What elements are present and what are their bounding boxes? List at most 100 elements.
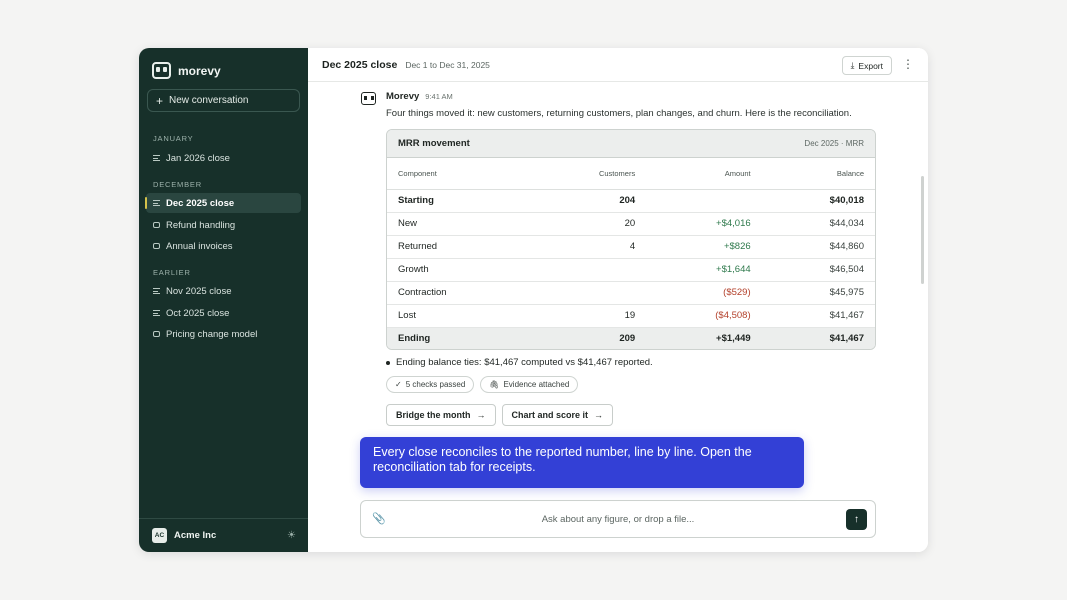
- cell-balance: $44,860: [761, 235, 875, 259]
- lines-icon: [153, 288, 160, 294]
- table-row: Returned 4 +$826 $44,860: [387, 235, 875, 259]
- chart-and-score-button[interactable]: Chart and score it →: [501, 404, 614, 426]
- cell-amount: +$4,016: [646, 212, 762, 236]
- send-button[interactable]: ↑: [846, 509, 867, 530]
- download-icon: ⤓: [850, 60, 855, 70]
- table-row: New 20 +$4,016 $44,034: [387, 212, 875, 236]
- brand-name: morevy: [178, 63, 221, 78]
- cell-balance: $40,018: [761, 189, 875, 213]
- main-panel: Dec 2025 close Dec 1 to Dec 31, 2025 ⤓ E…: [308, 48, 928, 552]
- sidebar-item-label: Oct 2025 close: [166, 307, 230, 319]
- composer[interactable]: 📎 Ask about any figure, or drop a file..…: [360, 500, 876, 538]
- sidebar-item-pricing-change-model[interactable]: Pricing change model: [146, 324, 301, 344]
- new-conversation-button[interactable]: + New conversation: [147, 89, 300, 112]
- cell-customers: [529, 281, 647, 305]
- bullet-dot-icon: [386, 360, 390, 365]
- lines-icon: [153, 310, 160, 316]
- cell-balance: $46,504: [761, 258, 875, 282]
- lines-icon: [153, 155, 160, 161]
- table-row: Contraction ($529) $45,975: [387, 281, 875, 305]
- cell-amount: [646, 189, 762, 213]
- callout-banner: Every close reconciles to the reported n…: [360, 437, 804, 488]
- page-title: Dec 2025 close: [322, 58, 398, 71]
- sidebar-item-label: Pricing change model: [166, 328, 258, 340]
- app-window: morevy + New conversation JANUARY Jan 20…: [139, 48, 928, 552]
- status-chips: ✓ 5 checks passed 🖇 Evidence attached: [386, 376, 579, 393]
- morevy-avatar-icon: [361, 92, 376, 105]
- cell-component: New: [387, 212, 529, 236]
- cell-amount: ($529): [646, 281, 762, 305]
- cell-component: Returned: [387, 235, 529, 259]
- table-subtitle: Dec 2025 · MRR: [804, 139, 864, 148]
- org-name[interactable]: Acme Inc: [174, 530, 216, 541]
- cell-customers: 209: [529, 326, 647, 349]
- composer-input[interactable]: Ask about any figure, or drop a file...: [361, 514, 875, 525]
- table-header-row: Component Customers Amount Balance: [387, 158, 875, 190]
- bridge-the-month-button[interactable]: Bridge the month →: [386, 404, 496, 426]
- summary-bullet: Ending balance ties: $41,467 computed vs…: [386, 357, 653, 368]
- morevy-logo-icon: [152, 62, 171, 79]
- cell-customers: [529, 258, 647, 282]
- cell-balance: $41,467: [761, 304, 875, 328]
- column-header-balance: Balance: [761, 158, 875, 190]
- cell-amount: ($4,508): [646, 304, 762, 328]
- check-icon: ✓: [395, 380, 402, 389]
- cell-customers: 19: [529, 304, 647, 328]
- cell-customers: 4: [529, 235, 647, 259]
- plus-icon: +: [156, 93, 164, 108]
- cell-customers: 204: [529, 189, 647, 213]
- theme-sun-icon[interactable]: ☀: [287, 530, 296, 541]
- cell-component: Lost: [387, 304, 529, 328]
- export-label: Export: [858, 60, 883, 71]
- chip-label: Evidence attached: [503, 380, 570, 389]
- sidebar-item-oct-2025-close[interactable]: Oct 2025 close: [146, 303, 301, 323]
- table-row: Starting 204 $40,018: [387, 189, 875, 213]
- mrr-table-card: MRR movement Dec 2025 · MRR Component Cu…: [386, 129, 876, 350]
- column-header-amount: Amount: [646, 158, 762, 190]
- summary-text: Ending balance ties: $41,467 computed vs…: [396, 357, 653, 368]
- cell-balance: $41,467: [761, 326, 875, 349]
- table-row: Lost 19 ($4,508) $41,467: [387, 304, 875, 328]
- sidebar-item-annual-invoices[interactable]: Annual invoices: [146, 236, 301, 256]
- table-row-ending: Ending 209 +$1,449 $41,467: [387, 326, 875, 349]
- cell-amount: +$1,449: [646, 326, 762, 349]
- action-label: Chart and score it: [511, 410, 589, 420]
- section-label-earlier: EARLIER: [153, 268, 191, 277]
- export-button[interactable]: ⤓ Export: [841, 56, 892, 75]
- table-title: MRR movement: [398, 138, 470, 149]
- scrollbar-thumb[interactable]: [921, 176, 924, 284]
- sidebar-footer: AC Acme Inc ☀: [139, 518, 308, 552]
- column-header-component: Component: [387, 158, 529, 190]
- checks-passed-chip[interactable]: ✓ 5 checks passed: [386, 376, 475, 393]
- sidebar-item-refund-handling[interactable]: Refund handling: [146, 215, 301, 235]
- sidebar: morevy + New conversation JANUARY Jan 20…: [139, 48, 308, 552]
- cell-balance: $45,975: [761, 281, 875, 305]
- column-header-customers: Customers: [529, 158, 647, 190]
- cell-component: Growth: [387, 258, 529, 282]
- cell-amount: +$826: [646, 235, 762, 259]
- message-author: Morevy: [386, 91, 420, 102]
- arrow-right-icon: →: [476, 410, 486, 420]
- table-header-bar: MRR movement Dec 2025 · MRR: [387, 130, 875, 158]
- brand[interactable]: morevy: [152, 62, 221, 79]
- message-time: 9:41 AM: [425, 92, 453, 101]
- sidebar-item-label: Refund handling: [166, 219, 236, 231]
- evidence-attached-chip[interactable]: 🖇 Evidence attached: [480, 376, 579, 393]
- sidebar-item-jan-2026-close[interactable]: Jan 2026 close: [146, 148, 301, 168]
- avatar[interactable]: AC: [152, 528, 167, 543]
- sidebar-item-nov-2025-close[interactable]: Nov 2025 close: [146, 281, 301, 301]
- table-row: Growth +$1,644 $46,504: [387, 258, 875, 282]
- action-label: Bridge the month: [396, 410, 471, 420]
- cell-component: Contraction: [387, 281, 529, 305]
- cell-amount: +$1,644: [646, 258, 762, 282]
- lines-icon: [153, 200, 160, 206]
- chat-icon: [153, 331, 160, 337]
- chip-label: 5 checks passed: [405, 380, 466, 389]
- sidebar-item-dec-2025-close[interactable]: Dec 2025 close: [145, 193, 301, 213]
- sidebar-item-label: Jan 2026 close: [166, 152, 230, 164]
- sidebar-item-label: Annual invoices: [166, 240, 233, 252]
- more-options-icon[interactable]: ⋮: [902, 58, 914, 70]
- cell-component: Starting: [387, 189, 529, 213]
- paperclip-icon: 🖇: [489, 380, 500, 389]
- chat-icon: [153, 243, 160, 249]
